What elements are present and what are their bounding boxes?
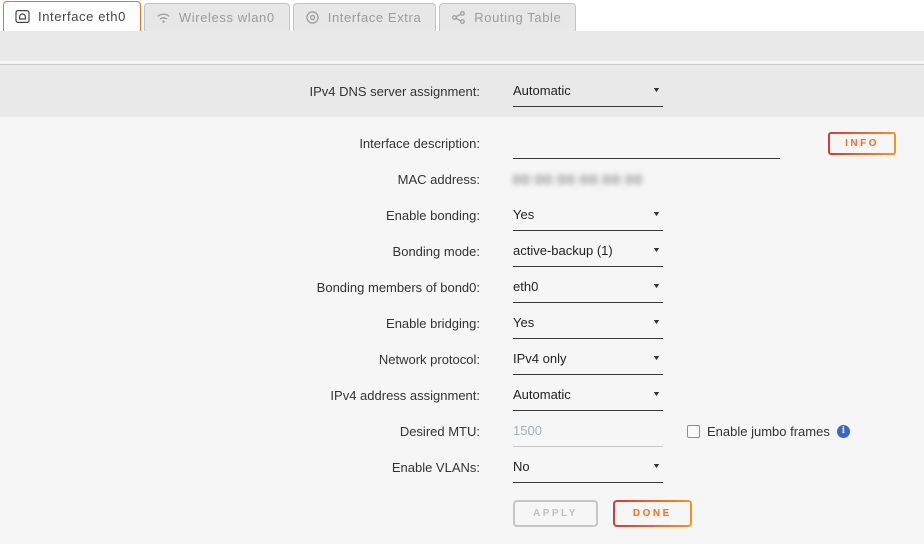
interface-form: Interface description: INFO MAC address:… xyxy=(0,117,924,544)
ethernet-interface-icon xyxy=(15,9,30,24)
jumbo-frames-group: Enable jumbo frames i xyxy=(687,424,850,439)
enable-bonding-select[interactable]: Yes ▼ xyxy=(513,199,663,231)
bonding-members-select[interactable]: eth0 ▼ xyxy=(513,271,663,303)
chevron-down-icon: ▼ xyxy=(652,391,661,398)
mac-address-value-redacted: 00:00:00:00:00:00 xyxy=(513,172,643,187)
tab-interface-extra[interactable]: Interface Extra xyxy=(293,3,437,31)
select-value: Automatic xyxy=(513,387,571,402)
chevron-down-icon: ▼ xyxy=(652,355,661,362)
info-icon[interactable]: i xyxy=(837,425,850,438)
mac-address-row: MAC address: 00:00:00:00:00:00 xyxy=(0,161,924,197)
network-protocol-select[interactable]: IPv4 only ▼ xyxy=(513,343,663,375)
chevron-down-icon: ▼ xyxy=(652,87,661,94)
enable-jumbo-frames-checkbox[interactable] xyxy=(687,425,700,438)
interface-settings-page: Interface eth0 Wireless wlan0 Interface … xyxy=(0,0,924,544)
mac-address-label: MAC address: xyxy=(0,172,480,187)
desired-mtu-input xyxy=(513,415,663,447)
chevron-down-icon: ▼ xyxy=(652,211,661,218)
tab-label: Routing Table xyxy=(474,10,561,25)
bonding-members-row: Bonding members of bond0: eth0 ▼ xyxy=(0,269,924,305)
enable-jumbo-frames-label: Enable jumbo frames xyxy=(707,424,830,439)
select-value: IPv4 only xyxy=(513,351,566,366)
interface-description-input[interactable] xyxy=(513,127,780,159)
select-value: Automatic xyxy=(513,83,571,98)
tab-bar: Interface eth0 Wireless wlan0 Interface … xyxy=(0,0,924,31)
bonding-members-label: Bonding members of bond0: xyxy=(0,280,480,295)
enable-vlans-label: Enable VLANs: xyxy=(0,460,480,475)
select-value: Yes xyxy=(513,207,534,222)
interface-description-row: Interface description: INFO xyxy=(0,125,924,161)
tab-label: Interface eth0 xyxy=(38,9,126,24)
dns-assignment-section: IPv4 DNS server assignment: Automatic ▼ xyxy=(0,65,924,117)
select-value: No xyxy=(513,459,530,474)
enable-bonding-row: Enable bonding: Yes ▼ xyxy=(0,197,924,233)
route-nodes-icon xyxy=(451,10,466,25)
empty-section-band xyxy=(0,31,924,61)
ipv4-assignment-row: IPv4 address assignment: Automatic ▼ xyxy=(0,377,924,413)
chevron-down-icon: ▼ xyxy=(652,319,661,326)
tab-label: Wireless wlan0 xyxy=(179,10,275,25)
dns-assignment-select[interactable]: Automatic ▼ xyxy=(513,75,663,107)
tab-routing-table[interactable]: Routing Table xyxy=(439,3,576,31)
enable-vlans-select[interactable]: No ▼ xyxy=(513,451,663,483)
network-protocol-row: Network protocol: IPv4 only ▼ xyxy=(0,341,924,377)
apply-button[interactable]: APPLY xyxy=(513,500,598,527)
wifi-icon xyxy=(156,10,171,25)
desired-mtu-row: Desired MTU: Enable jumbo frames i xyxy=(0,413,924,449)
tab-label: Interface Extra xyxy=(328,10,422,25)
ipv4-assignment-label: IPv4 address assignment: xyxy=(0,388,480,403)
enable-bridging-label: Enable bridging: xyxy=(0,316,480,331)
enable-bridging-select[interactable]: Yes ▼ xyxy=(513,307,663,339)
network-protocol-label: Network protocol: xyxy=(0,352,480,367)
desired-mtu-label: Desired MTU: xyxy=(0,424,480,439)
tab-interface-eth0[interactable]: Interface eth0 xyxy=(3,1,141,31)
chevron-down-icon: ▼ xyxy=(652,247,661,254)
bonding-mode-select[interactable]: active-backup (1) ▼ xyxy=(513,235,663,267)
select-value: Yes xyxy=(513,315,534,330)
bonding-mode-row: Bonding mode: active-backup (1) ▼ xyxy=(0,233,924,269)
done-button[interactable]: DONE xyxy=(613,500,692,527)
ipv4-assignment-select[interactable]: Automatic ▼ xyxy=(513,379,663,411)
tab-wireless-wlan0[interactable]: Wireless wlan0 xyxy=(144,3,290,31)
enable-bonding-label: Enable bonding: xyxy=(0,208,480,223)
chevron-down-icon: ▼ xyxy=(652,283,661,290)
select-value: eth0 xyxy=(513,279,538,294)
dns-assignment-label: IPv4 DNS server assignment: xyxy=(0,84,480,99)
select-value: active-backup (1) xyxy=(513,243,613,258)
chevron-down-icon: ▼ xyxy=(652,463,661,470)
interface-description-label: Interface description: xyxy=(0,136,480,151)
action-buttons-row: APPLY DONE xyxy=(0,495,924,531)
enable-bridging-row: Enable bridging: Yes ▼ xyxy=(0,305,924,341)
bonding-mode-label: Bonding mode: xyxy=(0,244,480,259)
enable-vlans-row: Enable VLANs: No ▼ xyxy=(0,449,924,485)
target-icon xyxy=(305,10,320,25)
info-button[interactable]: INFO xyxy=(828,132,896,155)
